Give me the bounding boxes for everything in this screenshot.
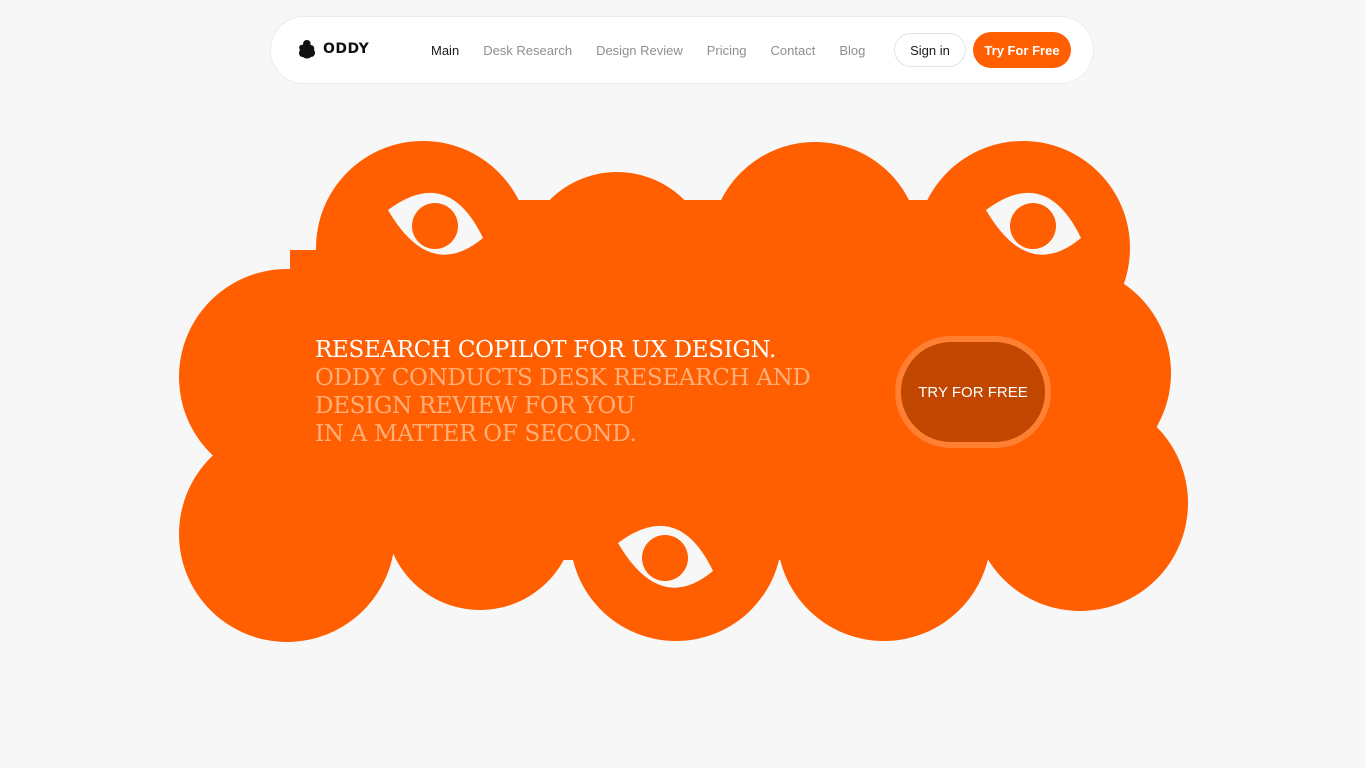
hero-try-for-free-button[interactable]: TRY FOR FREE bbox=[901, 342, 1045, 442]
try-for-free-button[interactable]: Try For Free bbox=[973, 32, 1071, 68]
nav-item-design-review[interactable]: Design Review bbox=[596, 43, 683, 58]
nav-item-pricing[interactable]: Pricing bbox=[707, 43, 747, 58]
hero-subtitle-line: ODDY CONDUCTS DESK RESEARCH AND bbox=[315, 365, 811, 391]
brand-logo[interactable]: ODDY bbox=[297, 39, 369, 59]
top-navbar: ODDY Main Desk Research Design Review Pr… bbox=[270, 16, 1094, 84]
hero-title: RESEARCH COPILOT FOR UX DESIGN. bbox=[315, 337, 776, 363]
nav-item-blog[interactable]: Blog bbox=[839, 43, 865, 58]
blob-mascot-icon bbox=[299, 40, 315, 59]
nav-item-main[interactable]: Main bbox=[431, 43, 459, 58]
hero-cta-ring: TRY FOR FREE bbox=[895, 336, 1051, 448]
hero-subtitle-line: IN A MATTER OF SECOND. bbox=[315, 421, 637, 447]
sign-in-button[interactable]: Sign in bbox=[894, 33, 966, 67]
main-nav: Main Desk Research Design Review Pricing… bbox=[431, 17, 865, 83]
page: ODDY Main Desk Research Design Review Pr… bbox=[0, 0, 1366, 768]
hero-text: RESEARCH COPILOT FOR UX DESIGN. ODDY CON… bbox=[315, 336, 811, 448]
hero-subtitle-line: DESIGN REVIEW FOR YOU bbox=[315, 393, 635, 419]
nav-item-contact[interactable]: Contact bbox=[771, 43, 816, 58]
brand-name: ODDY bbox=[323, 41, 370, 57]
nav-item-desk-research[interactable]: Desk Research bbox=[483, 43, 572, 58]
